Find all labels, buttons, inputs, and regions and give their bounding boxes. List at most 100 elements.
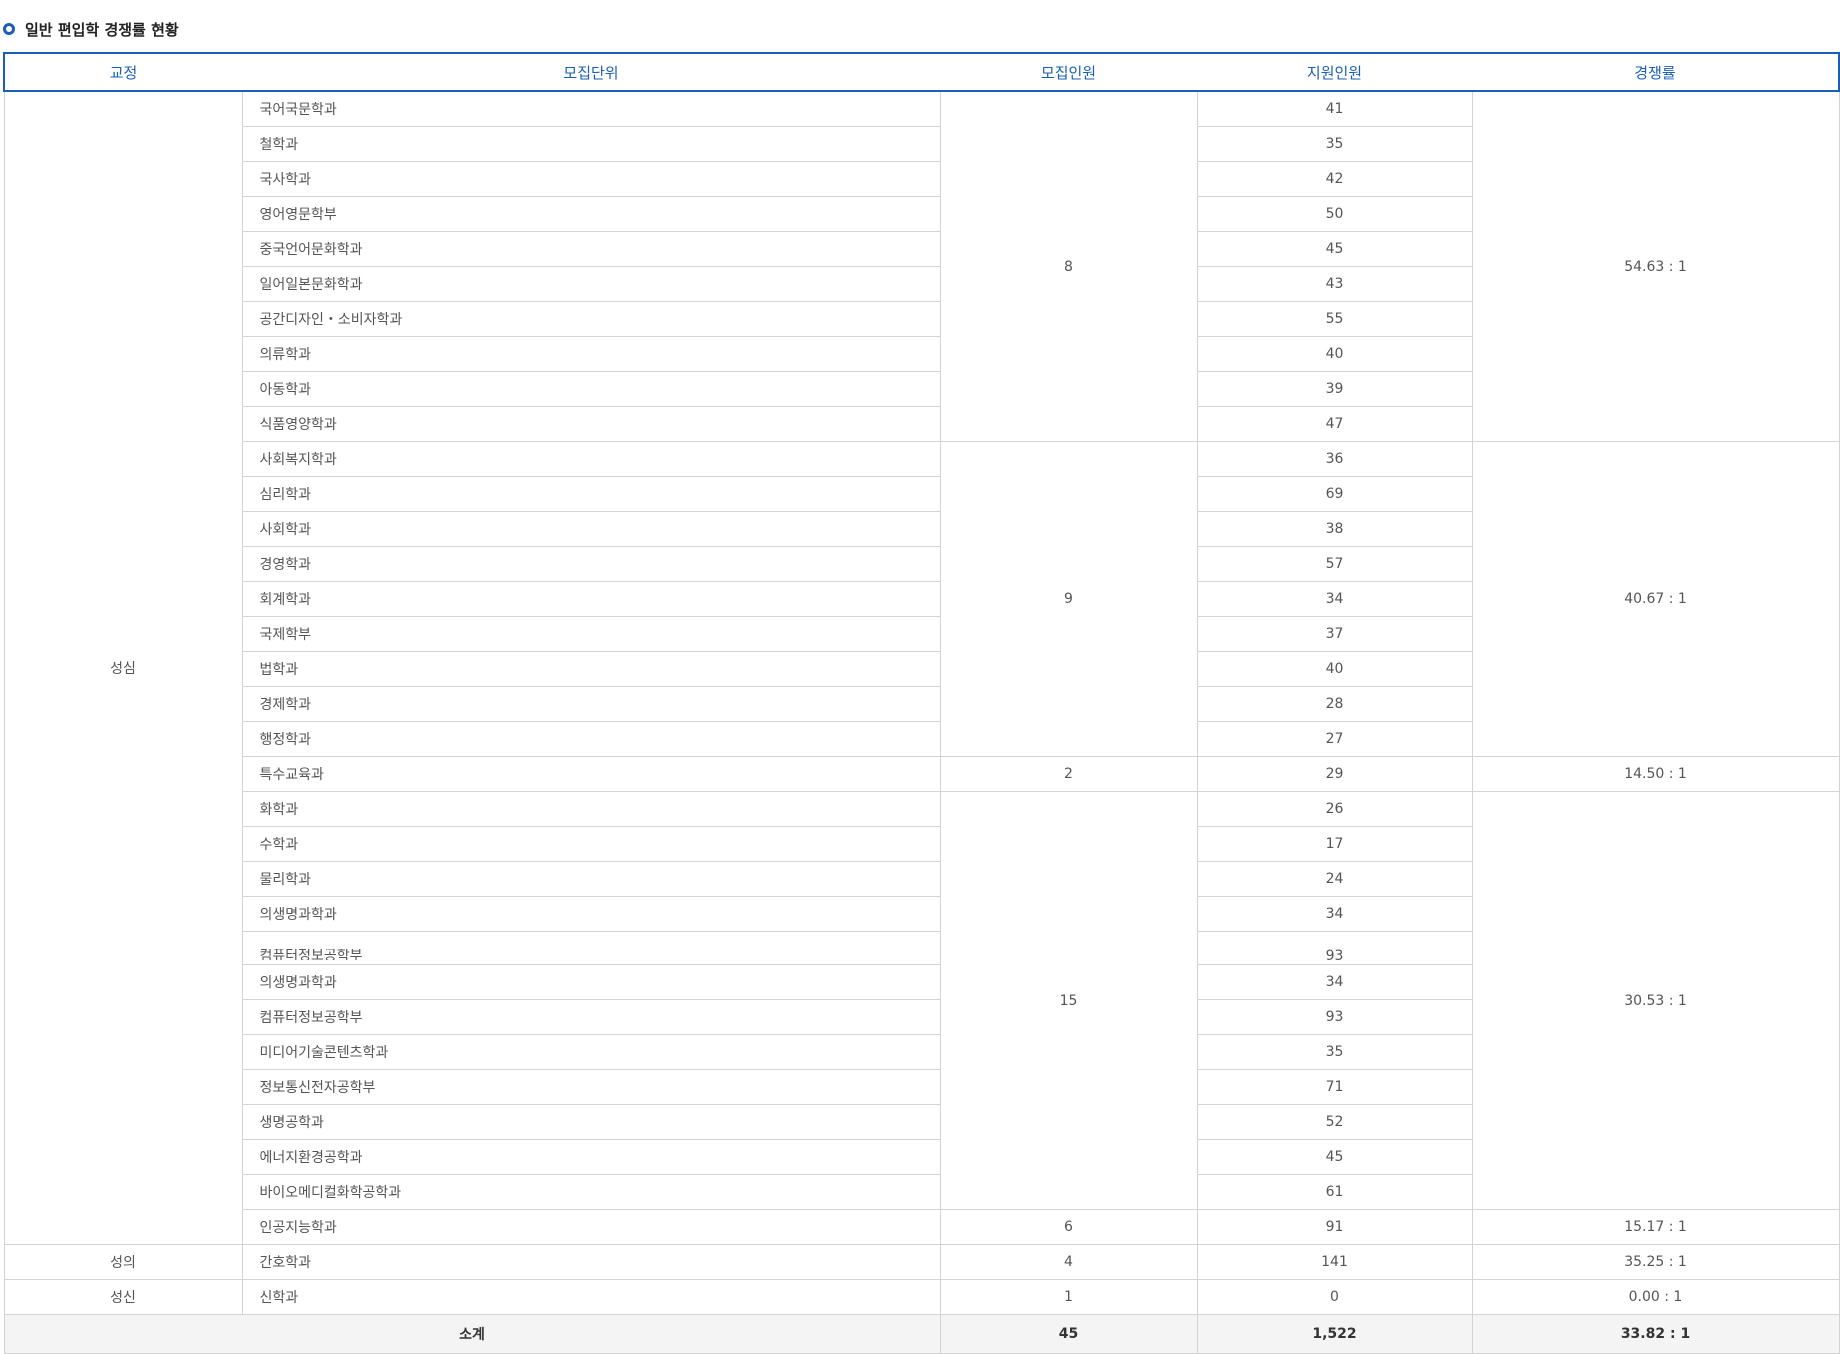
applicants-cell: 39 [1196,371,1473,407]
applicants-cell: 91 [1196,1209,1473,1245]
table-row: 인공지능학과 6 91 15.17 : 1 [4,1209,1840,1245]
subtotal-row: 소계 45 1,522 33.82 : 1 [3,1314,1840,1354]
applicants-cell: 52 [1196,1104,1473,1140]
quota-cell: 2 [939,756,1198,792]
unit-cell: 인공지능학과 [241,1209,941,1245]
unit-cell: 의생명과학과 [241,964,941,1000]
table-header: 교정 모집단위 모집인원 지원인원 경쟁률 [3,52,1840,92]
applicants-cell: 35 [1196,1034,1473,1070]
unit-cell: 아동학과 [241,371,941,407]
unit-cell: 에너지환경공학과 [241,1139,941,1175]
unit-cell: 법학과 [241,651,941,687]
ratio-cell: 54.63 : 1 [1471,90,1840,442]
applicants-cell: 93 [1196,999,1473,1035]
unit-cell: 간호학과 [241,1244,941,1280]
applicants-cell: 35 [1196,126,1473,162]
table-row: 성의 간호학과 4 141 35.25 : 1 [3,1244,1840,1280]
ratio-cell: 0.00 : 1 [1471,1279,1840,1315]
subtotal-applicants: 1,522 [1196,1314,1473,1354]
header-unit: 모집단위 [242,52,940,92]
table-row: 사회복지학과 9 36 40.67 : 1 [4,441,1840,757]
unit-cell: 공간디자인・소비자학과 [241,301,941,337]
competition-rate-table: 교정 모집단위 모집인원 지원인원 경쟁률 성심 국어국문학과 8 41 54.63 :… [3,52,1840,1354]
unit-cell: 사회학과 [241,511,941,547]
subtotal-ratio: 33.82 : 1 [1471,1314,1840,1354]
campus-cell: 성의 [3,1244,243,1280]
unit-cell: 행정학과 [241,721,941,757]
unit-cell: 영어영문학부 [241,196,941,232]
unit-cell: 회계학과 [241,581,941,617]
ratio-cell: 15.17 : 1 [1471,1209,1840,1245]
quota-cell: 9 [939,441,1198,757]
unit-cell: 생명공학과 [241,1104,941,1140]
applicants-cell: 37 [1196,616,1473,652]
unit-cell: 식품영양학과 [241,406,941,442]
applicants-cell: 93 [1196,931,1473,965]
applicants-cell: 71 [1196,1069,1473,1105]
table-row: 화학과 15 26 30.53 : 1 [4,791,1840,1210]
circle-bullet-icon [3,23,15,35]
section-title: 일반 편입학 경쟁률 현황 [25,20,179,39]
section-title-row: 일반 편입학 경쟁률 현황 [0,14,179,44]
applicants-cell: 69 [1196,476,1473,512]
applicants-cell: 43 [1196,266,1473,302]
applicants-cell: 45 [1196,231,1473,267]
applicants-cell: 24 [1196,861,1473,897]
applicants-cell: 27 [1196,721,1473,757]
subtotal-label: 소계 [3,1314,941,1354]
ratio-cell: 35.25 : 1 [1471,1244,1840,1280]
subtotal-quota: 45 [939,1314,1198,1354]
unit-cell: 컴퓨터정보공학부 [241,931,941,965]
quota-cell: 1 [939,1279,1198,1315]
unit-cell: 일어일본문화학과 [241,266,941,302]
applicants-cell: 50 [1196,196,1473,232]
applicants-cell: 26 [1196,791,1473,827]
table-body: 성심 국어국문학과 8 41 54.63 : 1 철학과 35 국사학과 42 영어영문학부 50 중… [3,90,1840,1354]
applicants-cell: 42 [1196,161,1473,197]
unit-cell: 물리학과 [241,861,941,897]
applicants-cell: 34 [1196,964,1473,1000]
applicants-cell: 47 [1196,406,1473,442]
unit-cell: 바이오메디컬화학공학과 [241,1174,941,1210]
unit-cell: 국제학부 [241,616,941,652]
campus-cell: 성심 [3,90,243,1245]
applicants-cell: 61 [1196,1174,1473,1210]
applicants-cell: 17 [1196,826,1473,862]
unit-cell: 컴퓨터정보공학부 [241,999,941,1035]
header-quota: 모집인원 [940,52,1197,92]
table-row: 특수교육과 2 29 14.50 : 1 [4,756,1840,792]
unit-cell: 정보통신전자공학부 [241,1069,941,1105]
unit-cell: 사회복지학과 [241,441,941,477]
applicants-cell: 40 [1196,336,1473,372]
quota-cell: 8 [939,90,1198,442]
applicants-cell: 57 [1196,546,1473,582]
unit-cell: 철학과 [241,126,941,162]
unit-cell: 경제학과 [241,686,941,722]
unit-cell: 특수교육과 [241,756,941,792]
unit-cell: 의생명과학과 [241,896,941,932]
unit-cell: 경영학과 [241,546,941,582]
unit-cell: 신학과 [241,1279,941,1315]
ratio-cell: 14.50 : 1 [1471,756,1840,792]
quota-cell: 4 [939,1244,1198,1280]
applicants-cell: 38 [1196,511,1473,547]
table-row: 성심 국어국문학과 8 41 54.63 : 1 [3,90,1840,1245]
header-ratio: 경쟁률 [1472,52,1840,92]
unit-cell: 중국언어문화학과 [241,231,941,267]
applicants-cell: 41 [1196,90,1473,127]
applicants-cell: 45 [1196,1139,1473,1175]
applicants-text: 93 [1325,949,1344,960]
unit-cell: 심리학과 [241,476,941,512]
quota-cell: 15 [939,791,1198,1210]
ratio-cell: 40.67 : 1 [1471,441,1840,757]
applicants-cell: 40 [1196,651,1473,687]
applicants-cell: 0 [1196,1279,1473,1315]
unit-cell: 의류학과 [241,336,941,372]
ratio-cell: 30.53 : 1 [1471,791,1840,1210]
applicants-cell: 36 [1196,441,1473,477]
header-applicants: 지원인원 [1197,52,1472,92]
campus-cell: 성신 [3,1279,243,1315]
table-row: 성신 신학과 1 0 0.00 : 1 [3,1279,1840,1315]
applicants-cell: 28 [1196,686,1473,722]
applicants-cell: 29 [1196,756,1473,792]
